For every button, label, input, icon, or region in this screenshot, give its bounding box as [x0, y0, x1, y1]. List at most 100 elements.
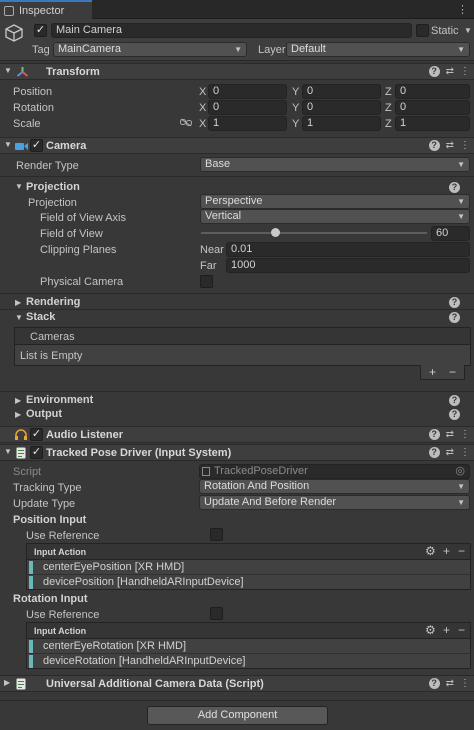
inspector-tab-bar: Inspector ⋮ [0, 0, 474, 19]
gameobject-active-toggle[interactable]: ✓ [34, 24, 47, 37]
footer-divider [0, 700, 474, 701]
script-file-icon [202, 467, 210, 476]
environment-fold-icon[interactable]: ▶ [15, 396, 21, 405]
gameobject-name-field[interactable]: Main Camera [51, 23, 412, 38]
preset-icon[interactable]: ⇄ [446, 429, 454, 440]
scale-z-field[interactable]: 1 [395, 116, 470, 131]
static-dropdown-arrow-icon[interactable]: ▼ [464, 26, 472, 35]
projection-dropdown[interactable]: Perspective ▼ [200, 194, 470, 209]
more-options-icon[interactable]: ⋮ [457, 3, 468, 16]
fold-open-icon[interactable]: ▼ [4, 66, 12, 75]
rotation-z-field[interactable]: 0 [395, 100, 470, 115]
inspector-icon [4, 5, 14, 16]
tracked-pose-enabled-toggle[interactable]: ✓ [30, 446, 43, 459]
preset-icon[interactable]: ⇄ [446, 678, 454, 689]
transform-header[interactable]: ▼ Transform ? ⇄ ⋮ [0, 63, 474, 80]
near-field[interactable]: 0.01 [226, 242, 470, 257]
preset-icon[interactable]: ⇄ [446, 447, 454, 458]
help-icon[interactable]: ? [428, 140, 440, 151]
projection-fold-icon[interactable]: ▼ [15, 182, 23, 191]
rotation-bindings-list: centerEyeRotation [XR HMD] deviceRotatio… [26, 638, 471, 669]
projection-label: Projection [28, 197, 77, 209]
add-component-button[interactable]: Add Component [147, 706, 328, 725]
stack-section-title[interactable]: Stack [26, 311, 55, 323]
fold-open-icon[interactable]: ▼ [4, 447, 12, 456]
output-fold-icon[interactable]: ▶ [15, 410, 21, 419]
tracking-type-dropdown[interactable]: Rotation And Position ▼ [199, 479, 470, 494]
binding-item[interactable]: centerEyePosition [XR HMD] [27, 560, 470, 575]
fov-value-field[interactable]: 60 [431, 226, 470, 241]
tag-dropdown[interactable]: MainCamera ▼ [53, 42, 247, 57]
fov-slider-track[interactable] [201, 232, 427, 234]
help-icon[interactable]: ? [428, 429, 440, 440]
gear-icon[interactable]: ⚙ [425, 623, 436, 637]
physical-camera-checkbox[interactable] [200, 275, 213, 288]
more-icon[interactable]: ⋮ [460, 66, 470, 77]
audio-listener-header[interactable]: ✓ Audio Listener ? ⇄ ⋮ [0, 426, 474, 443]
scale-y-field[interactable]: 1 [302, 116, 381, 131]
help-icon[interactable]: ? [449, 297, 460, 308]
binding-color-bar [29, 576, 33, 589]
help-icon[interactable]: ? [449, 312, 460, 323]
add-binding-plus-icon[interactable]: + [443, 544, 450, 558]
binding-item[interactable]: centerEyeRotation [XR HMD] [27, 639, 470, 654]
more-icon[interactable]: ⋮ [460, 429, 470, 440]
fold-open-icon[interactable]: ▼ [4, 140, 12, 149]
remove-binding-minus-icon[interactable]: − [458, 544, 465, 558]
output-section-title[interactable]: Output [26, 408, 62, 420]
help-icon[interactable]: ? [428, 447, 440, 458]
tracked-pose-driver-header[interactable]: ▼ ✓ Tracked Pose Driver (Input System) ?… [0, 444, 474, 461]
camera-enabled-toggle[interactable]: ✓ [30, 139, 43, 152]
preset-icon[interactable]: ⇄ [446, 66, 454, 77]
fov-slider-knob[interactable] [271, 228, 281, 237]
preset-icon[interactable]: ⇄ [446, 140, 454, 151]
remove-camera-minus-icon[interactable]: − [449, 365, 456, 379]
rotation-y-field[interactable]: 0 [302, 100, 381, 115]
fold-closed-icon[interactable]: ▶ [4, 678, 10, 687]
stack-fold-icon[interactable]: ▼ [15, 313, 23, 322]
rendering-section-title[interactable]: Rendering [26, 296, 80, 308]
help-icon[interactable]: ? [449, 182, 460, 193]
scale-x-field[interactable]: 1 [208, 116, 287, 131]
more-icon[interactable]: ⋮ [460, 140, 470, 151]
position-x-field[interactable]: 0 [208, 84, 287, 99]
add-binding-plus-icon[interactable]: + [443, 623, 450, 637]
inspector-tab[interactable]: Inspector [0, 0, 92, 19]
projection-section-title[interactable]: Projection [26, 181, 80, 193]
binding-item[interactable]: devicePosition [HandheldARInputDevice] [27, 575, 470, 590]
camera-icon [15, 143, 28, 150]
position-y-field[interactable]: 0 [302, 84, 381, 99]
static-checkbox[interactable] [416, 24, 429, 37]
more-icon[interactable]: ⋮ [460, 447, 470, 458]
rotation-x-label: X [199, 102, 207, 114]
rotation-x-field[interactable]: 0 [208, 100, 287, 115]
inspector-tab-label: Inspector [19, 4, 65, 17]
help-icon[interactable]: ? [428, 678, 440, 689]
object-picker-icon[interactable]: ◎ [455, 465, 465, 478]
ua-camera-data-title: Universal Additional Camera Data (Script… [46, 678, 264, 690]
add-camera-plus-icon[interactable]: + [429, 365, 436, 379]
help-icon[interactable]: ? [449, 395, 460, 406]
position-use-reference-checkbox[interactable] [210, 528, 223, 541]
position-z-field[interactable]: 0 [395, 84, 470, 99]
rotation-use-reference-checkbox[interactable] [210, 607, 223, 620]
help-icon[interactable]: ? [449, 409, 460, 420]
update-type-dropdown[interactable]: Update And Before Render ▼ [199, 495, 470, 510]
layer-dropdown[interactable]: Default ▼ [286, 42, 470, 57]
binding-item[interactable]: deviceRotation [HandheldARInputDevice] [27, 654, 470, 669]
camera-header[interactable]: ▼ ✓ Camera ? ⇄ ⋮ [0, 137, 474, 154]
rotation-input-action-header: Input Action ⚙ + − [26, 622, 471, 639]
render-type-dropdown[interactable]: Base ▼ [200, 157, 470, 172]
audio-listener-enabled-toggle[interactable]: ✓ [30, 428, 43, 441]
ua-camera-data-header[interactable]: ▶ Universal Additional Camera Data (Scri… [0, 675, 474, 692]
environment-section-title[interactable]: Environment [26, 394, 93, 406]
script-label: Script [13, 466, 42, 478]
more-icon[interactable]: ⋮ [460, 678, 470, 689]
help-icon[interactable]: ? [428, 66, 440, 77]
constrain-proportions-icon[interactable] [180, 118, 192, 127]
rendering-fold-icon[interactable]: ▶ [15, 298, 21, 307]
remove-binding-minus-icon[interactable]: − [458, 623, 465, 637]
gear-icon[interactable]: ⚙ [425, 544, 436, 558]
far-field[interactable]: 1000 [226, 258, 470, 273]
fov-axis-dropdown[interactable]: Vertical ▼ [200, 209, 470, 224]
